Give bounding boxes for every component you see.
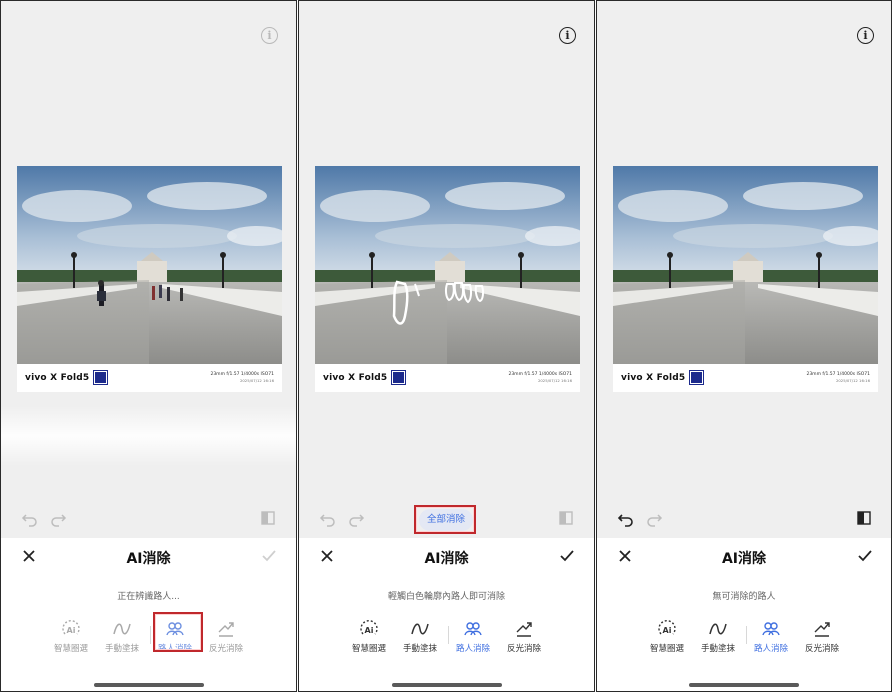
- tool-label: 手動塗抹: [104, 644, 139, 654]
- check-icon[interactable]: [557, 546, 577, 566]
- tool-label: 智慧圈選: [649, 644, 684, 654]
- tool-reflection-remove[interactable]: 反光消除: [200, 618, 252, 654]
- photo-meta: 23mm f/1.57 1/4000s ISO71 2025/07/12 16:…: [508, 372, 572, 384]
- tool-row: Ai 智慧圈選 手動塗抹 路人消除 反光消除: [1, 618, 296, 658]
- bridge-photo: [613, 166, 878, 364]
- info-icon[interactable]: i: [857, 27, 874, 44]
- check-icon[interactable]: [259, 546, 279, 566]
- compare-icon[interactable]: [855, 509, 873, 527]
- photo-meta: 23mm f/1.57 1/4000s ISO71 2025/07/12 16:…: [210, 372, 274, 384]
- status-text: 輕觸白色輪廓內路人即可消除: [387, 592, 505, 602]
- reflection-remove-icon: [516, 622, 532, 637]
- zeiss-logo: [689, 370, 704, 385]
- tool-people-remove[interactable]: 路人消除: [447, 618, 499, 654]
- compare-icon[interactable]: [259, 509, 277, 527]
- tool-reflection-remove[interactable]: 反光消除: [498, 618, 550, 654]
- tool-label: 反光消除: [208, 644, 243, 654]
- ai-select-icon: Ai: [658, 620, 676, 635]
- tool-people-remove[interactable]: 路人消除: [745, 618, 797, 654]
- reflection-remove-icon: [814, 622, 830, 637]
- manual-brush-icon: [113, 623, 131, 635]
- tool-label: 路人消除: [753, 644, 788, 654]
- bridge-photo: [17, 166, 282, 364]
- home-indicator: [93, 683, 204, 687]
- zeiss-logo: [391, 370, 406, 385]
- panel-detected: i vivo X Fold5 23mm f/1.57 1/4000s ISO71…: [298, 0, 595, 692]
- tool-row: Ai 智慧圈選 手動塗抹 路人消除 反光消除: [299, 618, 594, 658]
- tool-reflection-remove[interactable]: 反光消除: [796, 618, 848, 654]
- tool-label: 智慧圈選: [53, 644, 88, 654]
- redo-icon[interactable]: [347, 509, 365, 527]
- bridge-photo: [315, 166, 580, 364]
- tool-label: 手動塗抹: [700, 644, 735, 654]
- redo-icon[interactable]: [645, 509, 663, 527]
- sheet-title: AI消除: [721, 551, 767, 567]
- status-text: 無可消除的路人: [712, 592, 776, 602]
- panel-processing: i vivo X Fold5 23mm f/1.57 1/4000s ISO71…: [0, 0, 297, 692]
- reflection-remove-icon: [218, 622, 234, 637]
- zeiss-logo: [93, 370, 108, 385]
- tool-label: 反光消除: [804, 644, 839, 654]
- tool-label: 反光消除: [506, 644, 541, 654]
- photo-preview: vivo X Fold5 23mm f/1.57 1/4000s ISO71 2…: [17, 166, 282, 392]
- highlight-box-people-remove: [153, 612, 203, 652]
- tool-manual-brush[interactable]: 手動塗抹: [394, 618, 446, 654]
- tool-smart-select[interactable]: Ai 智慧圈選: [641, 618, 693, 654]
- highlight-box-clear-all: [414, 505, 476, 534]
- tool-manual-brush[interactable]: 手動塗抹: [692, 618, 744, 654]
- tool-label: 路人消除: [455, 644, 490, 654]
- photo-brand: vivo X Fold5: [621, 373, 686, 383]
- check-icon[interactable]: [855, 546, 875, 566]
- photo-preview: vivo X Fold5 23mm f/1.57 1/4000s ISO71 2…: [613, 166, 878, 392]
- info-icon[interactable]: i: [261, 27, 278, 44]
- tool-row: Ai 智慧圈選 手動塗抹 路人消除 反光消除: [597, 618, 891, 658]
- glare-effect: [1, 406, 296, 466]
- photo-brand: vivo X Fold5: [25, 373, 90, 383]
- people-remove-icon: [762, 622, 780, 636]
- home-indicator: [391, 683, 502, 687]
- manual-brush-icon: [411, 623, 429, 635]
- svg-text:Ai: Ai: [67, 626, 76, 635]
- tool-smart-select[interactable]: Ai 智慧圈選: [343, 618, 395, 654]
- photo-meta: 23mm f/1.57 1/4000s ISO71 2025/07/12 16:…: [806, 372, 870, 384]
- bottom-sheet: AI消除 輕觸白色輪廓內路人即可消除 Ai 智慧圈選 手動塗抹 路人消除 反光消…: [299, 538, 594, 691]
- ai-select-icon: Ai: [62, 620, 80, 635]
- bottom-sheet: AI消除 正在辨識路人... Ai 智慧圈選 手動塗抹 路人消除 反光消除: [1, 538, 296, 691]
- ai-select-icon: Ai: [360, 620, 378, 635]
- home-indicator: [689, 683, 799, 687]
- panel-done: i vivo X Fold5 23mm f/1.57 1/4000s ISO71…: [596, 0, 892, 692]
- undo-icon[interactable]: [617, 509, 635, 527]
- compare-icon[interactable]: [557, 509, 575, 527]
- sheet-title: AI消除: [126, 551, 171, 567]
- photo-date: 2025/07/12 16:16: [835, 378, 870, 383]
- photo-date: 2025/07/12 16:16: [537, 378, 572, 383]
- bottom-sheet: AI消除 無可消除的路人 Ai 智慧圈選 手動塗抹 路人消除 反光消除: [597, 538, 891, 691]
- svg-text:Ai: Ai: [365, 626, 374, 635]
- manual-brush-icon: [709, 623, 727, 635]
- undo-icon[interactable]: [319, 509, 337, 527]
- undo-icon[interactable]: [21, 509, 39, 527]
- svg-text:Ai: Ai: [663, 626, 672, 635]
- sheet-title: AI消除: [424, 551, 469, 567]
- status-text: 正在辨識路人...: [117, 592, 180, 602]
- tool-manual-brush[interactable]: 手動塗抹: [96, 618, 148, 654]
- photo-date: 2025/07/12 16:16: [239, 378, 274, 383]
- info-icon[interactable]: i: [559, 27, 576, 44]
- tool-smart-select[interactable]: Ai 智慧圈選: [45, 618, 97, 654]
- tool-label: 手動塗抹: [402, 644, 437, 654]
- photo-brand: vivo X Fold5: [323, 373, 388, 383]
- people-remove-icon: [464, 622, 482, 636]
- photo-preview: vivo X Fold5 23mm f/1.57 1/4000s ISO71 2…: [315, 166, 580, 392]
- redo-icon[interactable]: [49, 509, 67, 527]
- tool-label: 智慧圈選: [351, 644, 386, 654]
